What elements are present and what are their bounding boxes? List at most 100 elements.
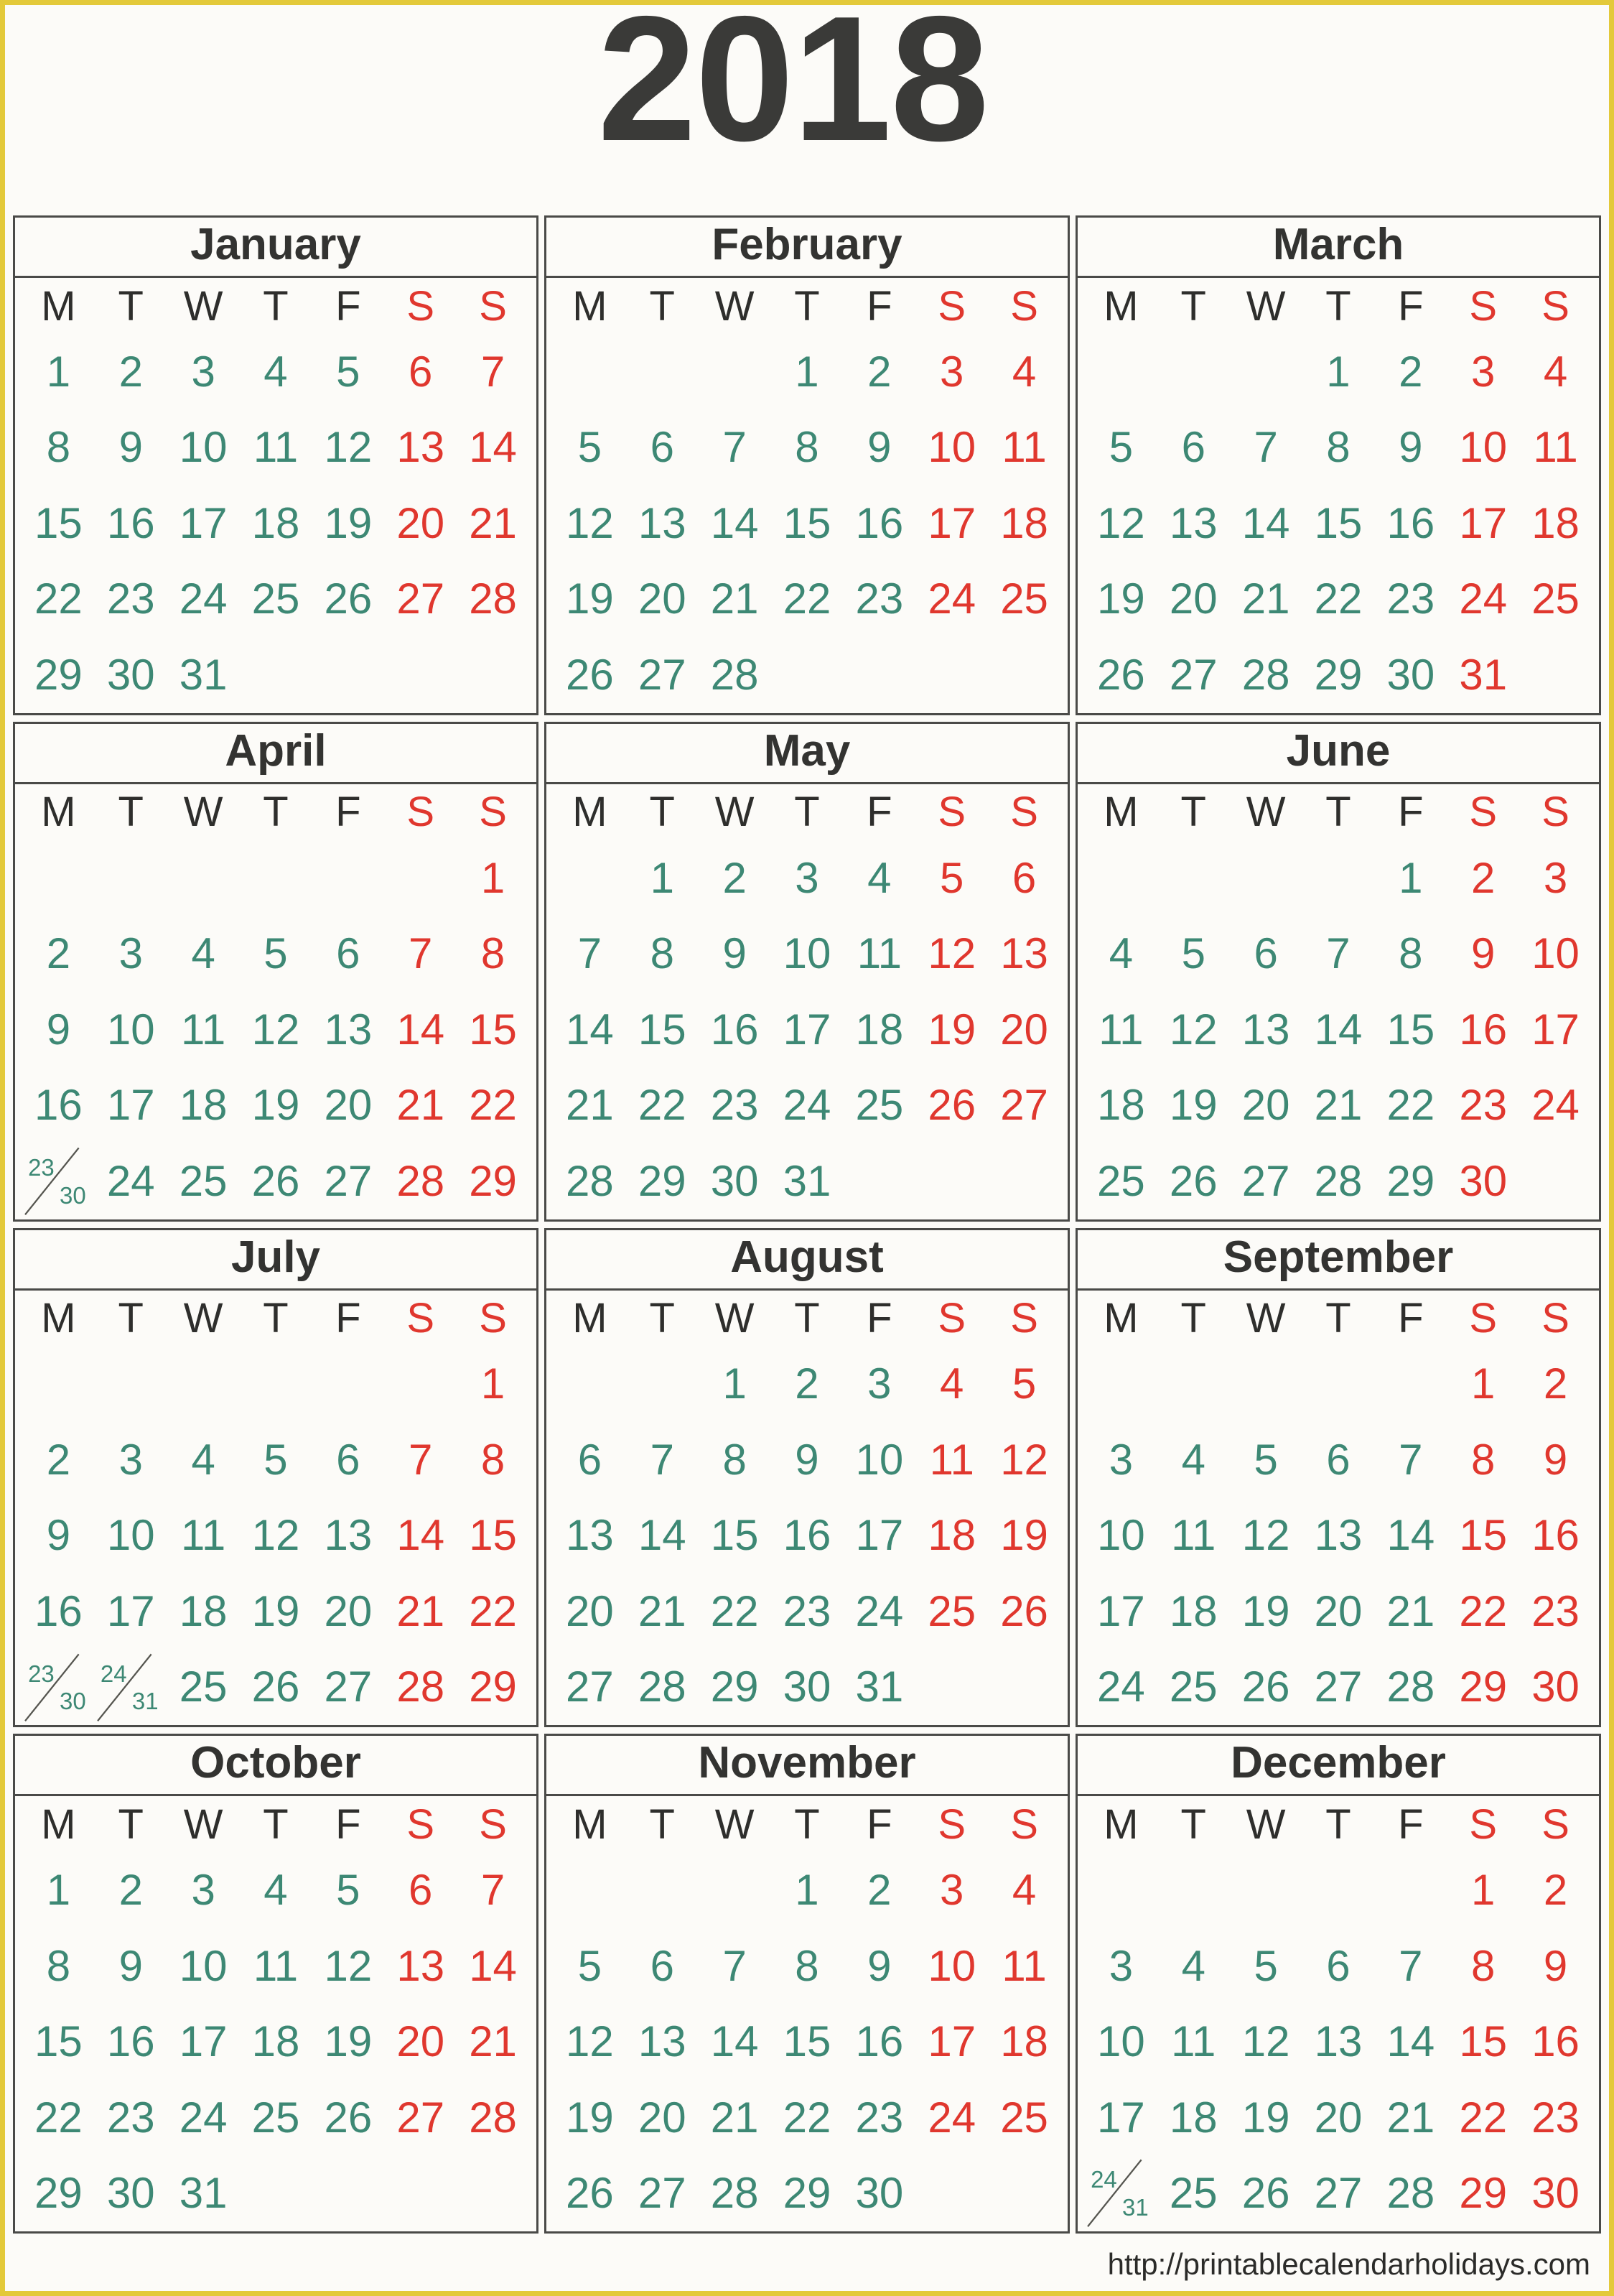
day-cell[interactable]: 25 xyxy=(1085,1159,1157,1203)
day-cell[interactable]: 10 xyxy=(1447,426,1519,469)
day-cell[interactable]: 8 xyxy=(1374,932,1447,975)
day-cell[interactable]: 27 xyxy=(312,1159,384,1203)
day-cell[interactable]: 23 xyxy=(771,1589,844,1633)
day-cell[interactable]: 5 xyxy=(1230,1944,1302,1988)
day-cell[interactable]: 12 xyxy=(915,932,988,975)
day-cell[interactable]: 4 xyxy=(988,1869,1060,1912)
day-cell[interactable]: 15 xyxy=(699,1514,771,1557)
day-cell[interactable]: 19 xyxy=(1085,577,1157,621)
day-cell[interactable]: 1 xyxy=(699,1362,771,1405)
day-cell[interactable]: 6 xyxy=(554,1438,626,1482)
day-cell[interactable]: 19 xyxy=(240,1084,312,1127)
day-cell[interactable]: 22 xyxy=(699,1589,771,1633)
day-cell[interactable]: 3 xyxy=(1519,856,1592,900)
day-cell[interactable]: 1 xyxy=(22,350,95,394)
day-cell[interactable]: 8 xyxy=(1302,426,1375,469)
day-cell[interactable]: 14 xyxy=(1374,1514,1447,1557)
day-cell[interactable]: 4 xyxy=(915,1362,988,1405)
day-cell[interactable]: 19 xyxy=(554,577,626,621)
day-cell[interactable]: 24 xyxy=(771,1084,844,1127)
day-cell[interactable]: 21 xyxy=(626,1589,699,1633)
day-cell[interactable]: 13 xyxy=(988,932,1060,975)
day-cell[interactable]: 18 xyxy=(1157,1589,1230,1633)
day-cell[interactable]: 21 xyxy=(457,2020,529,2063)
day-cell[interactable]: 8 xyxy=(1447,1944,1519,1988)
day-cell[interactable]: 10 xyxy=(915,1944,988,1988)
day-cell[interactable]: 9 xyxy=(699,932,771,975)
day-cell[interactable]: 9 xyxy=(1374,426,1447,469)
day-cell[interactable]: 4 xyxy=(1157,1438,1230,1482)
day-cell[interactable]: 13 xyxy=(554,1514,626,1557)
day-cell[interactable]: 8 xyxy=(457,1438,529,1482)
day-cell[interactable]: 18 xyxy=(988,2020,1060,2063)
day-cell[interactable]: 25 xyxy=(1519,577,1592,621)
day-cell[interactable]: 16 xyxy=(771,1514,844,1557)
day-cell[interactable]: 20 xyxy=(1302,1589,1375,1633)
day-cell[interactable]: 12 xyxy=(1157,1008,1230,1051)
day-cell[interactable]: 6 xyxy=(1157,426,1230,469)
day-cell[interactable]: 23 xyxy=(1519,1589,1592,1633)
day-cell[interactable]: 20 xyxy=(988,1008,1060,1051)
day-cell[interactable]: 18 xyxy=(915,1514,988,1557)
day-cell[interactable]: 26 xyxy=(1085,653,1157,697)
day-cell[interactable]: 29 xyxy=(1374,1159,1447,1203)
day-cell[interactable]: 26 xyxy=(554,2172,626,2215)
day-cell[interactable]: 24 xyxy=(1519,1084,1592,1127)
day-cell[interactable]: 14 xyxy=(1374,2020,1447,2063)
day-cell[interactable]: 3 xyxy=(1447,350,1519,394)
day-cell[interactable]: 20 xyxy=(1230,1084,1302,1127)
day-cell[interactable]: 31 xyxy=(167,653,240,697)
day-cell[interactable]: 15 xyxy=(22,501,95,545)
day-cell[interactable]: 23 xyxy=(1374,577,1447,621)
day-cell[interactable]: 9 xyxy=(22,1514,95,1557)
day-cell[interactable]: 16 xyxy=(699,1008,771,1051)
day-cell[interactable]: 12 xyxy=(312,426,384,469)
day-cell[interactable]: 11 xyxy=(167,1008,240,1051)
day-cell[interactable]: 10 xyxy=(1085,1514,1157,1557)
day-cell[interactable]: 5 xyxy=(554,1944,626,1988)
day-cell[interactable]: 28 xyxy=(1230,653,1302,697)
day-cell[interactable]: 7 xyxy=(1230,426,1302,469)
day-cell[interactable]: 8 xyxy=(22,426,95,469)
day-cell[interactable]: 12 xyxy=(312,1944,384,1988)
day-cell[interactable]: 21 xyxy=(699,577,771,621)
day-cell[interactable]: 14 xyxy=(384,1514,457,1557)
day-cell[interactable]: 9 xyxy=(1447,932,1519,975)
day-cell[interactable]: 1 xyxy=(626,856,699,900)
day-cell[interactable]: 8 xyxy=(626,932,699,975)
day-cell[interactable]: 25 xyxy=(1157,1665,1230,1709)
day-cell[interactable]: 22 xyxy=(457,1084,529,1127)
day-cell[interactable]: 27 xyxy=(1302,2172,1375,2215)
day-cell[interactable]: 2 xyxy=(1519,1869,1592,1912)
day-cell[interactable]: 14 xyxy=(457,426,529,469)
day-cell[interactable]: 22 xyxy=(22,2096,95,2139)
day-cell[interactable]: 27 xyxy=(384,577,457,621)
day-cell[interactable]: 15 xyxy=(1447,1514,1519,1557)
day-cell[interactable]: 7 xyxy=(626,1438,699,1482)
day-cell[interactable]: 7 xyxy=(699,426,771,469)
day-cell[interactable]: 27 xyxy=(1157,653,1230,697)
day-cell[interactable]: 23 xyxy=(843,577,915,621)
day-cell[interactable]: 24 xyxy=(167,577,240,621)
day-cell[interactable]: 7 xyxy=(1374,1438,1447,1482)
day-cell[interactable]: 14 xyxy=(457,1944,529,1988)
day-cell[interactable]: 26 xyxy=(554,653,626,697)
day-cell[interactable]: 22 xyxy=(771,2096,844,2139)
day-cell[interactable]: 14 xyxy=(699,2020,771,2063)
day-cell[interactable]: 17 xyxy=(95,1084,167,1127)
day-cell[interactable]: 3 xyxy=(1085,1438,1157,1482)
day-cell[interactable]: 11 xyxy=(1157,2020,1230,2063)
day-cell[interactable]: 28 xyxy=(457,2096,529,2139)
day-cell[interactable]: 17 xyxy=(771,1008,844,1051)
day-cell[interactable]: 12 xyxy=(1230,1514,1302,1557)
day-cell[interactable]: 4 xyxy=(1519,350,1592,394)
day-cell[interactable]: 15 xyxy=(1447,2020,1519,2063)
day-cell[interactable]: 16 xyxy=(22,1084,95,1127)
day-cell[interactable]: 3 xyxy=(915,1869,988,1912)
day-cell[interactable]: 17 xyxy=(95,1589,167,1633)
day-cell[interactable]: 13 xyxy=(1302,1514,1375,1557)
day-cell[interactable]: 11 xyxy=(988,1944,1060,1988)
day-cell[interactable]: 15 xyxy=(22,2020,95,2063)
day-cell[interactable]: 4 xyxy=(240,1869,312,1912)
day-cell[interactable]: 2 xyxy=(22,932,95,975)
